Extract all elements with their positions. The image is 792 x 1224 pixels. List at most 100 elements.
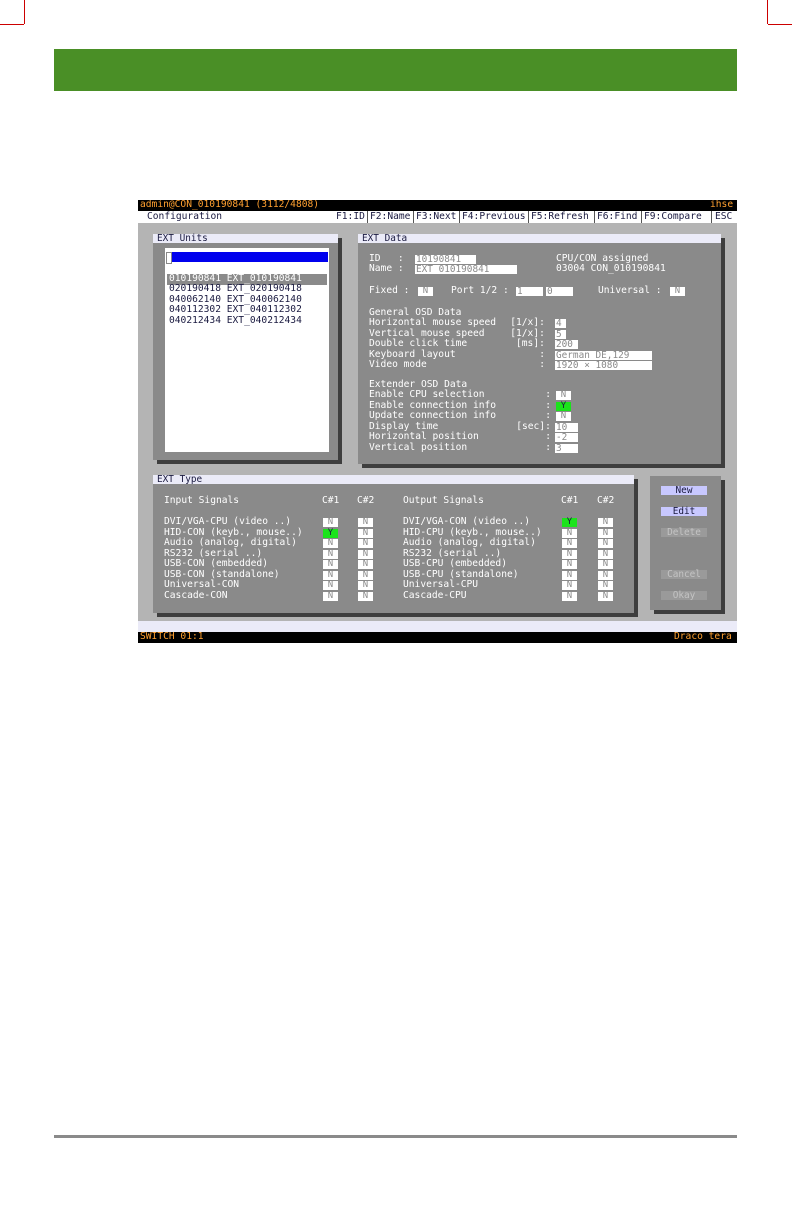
fixed-label: Fixed : (369, 285, 410, 296)
ext-type-title: EXT Type (153, 475, 634, 484)
setting-field[interactable]: 3 (555, 443, 578, 453)
output-c1-checkbox[interactable]: N (562, 538, 577, 548)
input-c2-checkbox[interactable]: N (358, 538, 373, 548)
delete-button[interactable]: Delete (661, 528, 707, 537)
list-item[interactable]: 020190418 EXT_020190418 (169, 283, 302, 295)
status-strip (138, 621, 737, 632)
crop-mark (767, 0, 768, 24)
setting-unit: : (545, 410, 551, 421)
output-c2-checkbox[interactable]: N (598, 549, 613, 559)
setting-field[interactable]: German DE,129 (555, 350, 652, 360)
menu-f1-id[interactable]: F1:ID (336, 211, 365, 223)
menu-f4-previous[interactable]: F4:Previous (462, 211, 526, 223)
setting-checkbox[interactable]: N (556, 390, 571, 400)
output-c1-checkbox[interactable]: N (562, 528, 577, 538)
name-field[interactable]: EXT_010190841 (415, 265, 517, 274)
input-c2-checkbox[interactable]: N (358, 591, 373, 601)
ext-data-title: EXT Data (358, 234, 721, 243)
okay-button[interactable]: Okay (661, 591, 707, 600)
list-item[interactable]: 040112302 EXT_040112302 (169, 304, 302, 316)
setting-unit: : (545, 389, 551, 400)
input-c1-header: C#1 (322, 495, 340, 506)
output-c2-checkbox[interactable]: N (598, 517, 613, 527)
setting-checkbox[interactable]: N (556, 411, 571, 421)
output-signal-label: Universal-CPU (403, 579, 479, 590)
new-button[interactable]: New (661, 486, 707, 495)
output-c2-checkbox[interactable]: N (598, 580, 613, 590)
menu-f6-find[interactable]: F6:Find (597, 211, 637, 223)
output-c1-checkbox[interactable]: N (562, 549, 577, 559)
ext-data-panel: EXT Data ID : 10190841 Name : EXT_010190… (358, 234, 721, 464)
input-signal-label: Cascade-CON (164, 589, 228, 601)
list-item[interactable]: 040212434 EXT_040212434 (169, 315, 302, 327)
setting-unit: [ms]: (516, 338, 545, 349)
crop-mark (0, 24, 24, 25)
output-signals-header: Output Signals (403, 495, 484, 506)
input-c2-header: C#2 (357, 495, 375, 506)
output-c1-checkbox[interactable]: N (562, 591, 577, 601)
universal-checkbox[interactable]: N (670, 286, 685, 296)
output-c2-checkbox[interactable]: N (598, 591, 613, 601)
setting-field[interactable]: -2 (555, 433, 578, 442)
menu-f9-compare[interactable]: F9:Compare (644, 211, 702, 223)
input-c1-checkbox[interactable]: N (323, 570, 338, 580)
setting-field[interactable]: 4 (555, 319, 566, 328)
output-c1-checkbox[interactable]: Y (562, 517, 577, 527)
output-signal-label: Audio (analog, digital) (403, 537, 536, 548)
fixed-checkbox[interactable]: N (418, 286, 433, 296)
edit-button[interactable]: Edit (661, 507, 707, 516)
ext-units-panel: EXT Units 010190841 EXT_010190841 020190… (153, 234, 338, 460)
setting-field[interactable]: 200 (555, 340, 578, 349)
input-c1-checkbox[interactable]: N (323, 559, 338, 569)
setting-label: Double click time (369, 338, 468, 349)
menu-f2-name[interactable]: F2:Name (370, 211, 410, 223)
port-label: Port 1/2 : (451, 285, 509, 296)
setting-field[interactable]: 5 (555, 329, 566, 339)
setting-unit: : (545, 431, 551, 442)
input-c2-checkbox[interactable]: N (358, 528, 373, 538)
universal-label: Universal : (598, 285, 662, 296)
switch-label: SWITCH 01:1 (140, 631, 204, 642)
output-c1-checkbox[interactable]: N (562, 580, 577, 590)
document-footer-rule (54, 1135, 737, 1138)
menu-f5-refresh[interactable]: F5:Refresh (531, 211, 589, 223)
port2-field[interactable]: 0 (546, 287, 573, 296)
input-c2-checkbox[interactable]: N (358, 559, 373, 569)
input-c1-checkbox[interactable]: Y (323, 528, 338, 538)
ext-units-list[interactable]: 010190841 EXT_010190841 020190418 EXT_02… (165, 248, 329, 452)
input-c2-checkbox[interactable]: N (358, 580, 373, 590)
output-c1-checkbox[interactable]: N (562, 559, 577, 569)
input-c1-checkbox[interactable]: N (323, 517, 338, 527)
setting-unit: : (539, 359, 545, 370)
input-signal-label: DVI/VGA-CPU (video ..) (164, 516, 292, 527)
menu-esc[interactable]: ESC (715, 211, 732, 223)
input-c2-checkbox[interactable]: N (358, 570, 373, 580)
input-c2-checkbox[interactable]: N (358, 549, 373, 559)
output-c1-checkbox[interactable]: N (562, 570, 577, 580)
menu-bar: Configuration F1:ID F2:Name F3:Next F4:P… (138, 211, 737, 223)
ext-units-title: EXT Units (153, 234, 338, 243)
input-c1-checkbox[interactable]: N (323, 580, 338, 590)
output-c2-checkbox[interactable]: N (598, 570, 613, 580)
setting-field[interactable]: 10 (555, 422, 578, 432)
setting-checkbox[interactable]: Y (556, 401, 571, 411)
output-c2-checkbox[interactable]: N (598, 528, 613, 538)
id-field[interactable]: 10190841 (415, 255, 476, 264)
input-c2-checkbox[interactable]: N (358, 517, 373, 527)
input-signal-label: Universal-CON (164, 579, 240, 590)
port1-field[interactable]: 1 (516, 287, 543, 296)
setting-field[interactable]: 1920 × 1080 (555, 361, 652, 370)
input-c1-checkbox[interactable]: N (323, 549, 338, 559)
document-header-bar (54, 49, 737, 91)
output-c2-checkbox[interactable]: N (598, 559, 613, 569)
search-input[interactable] (172, 252, 328, 262)
osd-screen: admin@CON_010190841 (3112/4808) ihse Con… (138, 200, 737, 643)
menu-f3-next[interactable]: F3:Next (416, 211, 456, 223)
crop-mark (24, 0, 25, 24)
product-label: Draco tera (674, 631, 732, 642)
input-c1-checkbox[interactable]: N (323, 591, 338, 601)
output-c2-header: C#2 (597, 495, 615, 506)
output-c2-checkbox[interactable]: N (598, 538, 613, 548)
cancel-button[interactable]: Cancel (661, 570, 707, 579)
input-c1-checkbox[interactable]: N (323, 538, 338, 548)
